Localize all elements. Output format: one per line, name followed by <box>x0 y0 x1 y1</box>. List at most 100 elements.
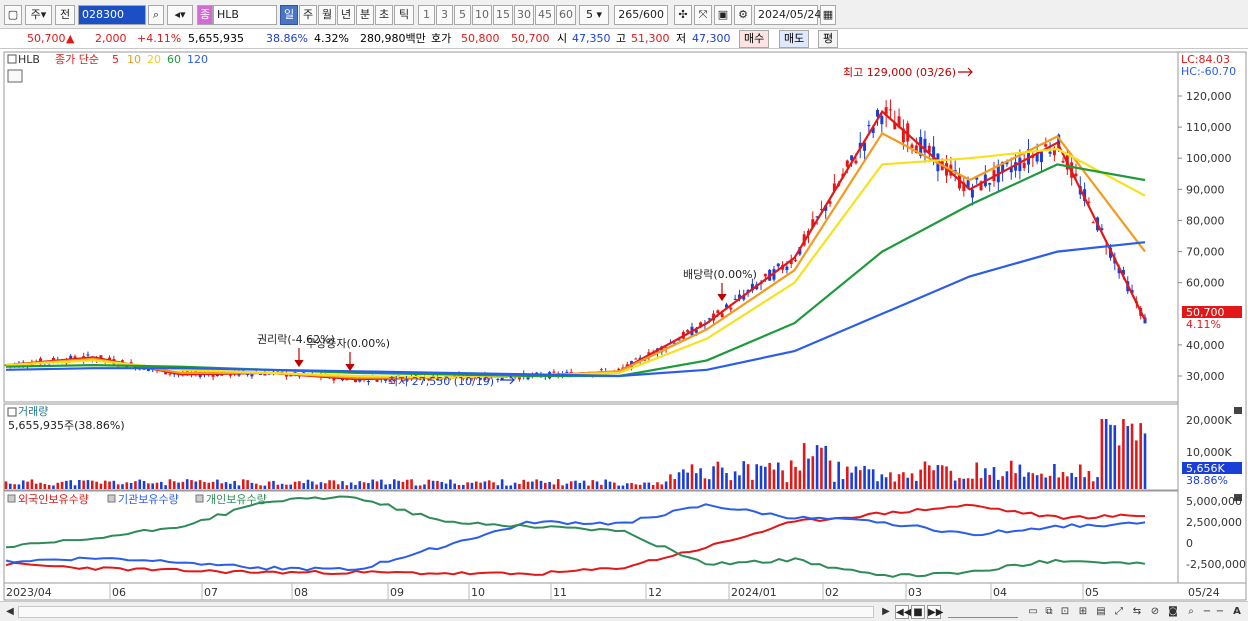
save-icon[interactable]: ▣ <box>714 5 732 25</box>
interval-30[interactable]: 30 <box>514 5 534 25</box>
volume-bar <box>354 484 357 489</box>
volume-bar <box>729 480 733 489</box>
period-select[interactable]: 주▾ <box>25 5 52 25</box>
interval-5[interactable]: 5 <box>454 5 471 25</box>
legend-indiv-checkbox-icon[interactable] <box>195 494 204 503</box>
candle-body <box>888 109 892 111</box>
volume-bar <box>992 466 996 489</box>
interval-15[interactable]: 15 <box>493 5 513 25</box>
layout-icon-5[interactable]: ▤ <box>1094 605 1108 619</box>
volume-close-icon[interactable] <box>1234 407 1242 414</box>
zoom-in-icon[interactable]: ⌕ <box>1184 605 1198 619</box>
reset-icon[interactable]: − <box>1214 605 1226 619</box>
sell-button[interactable]: 매도 <box>779 30 810 48</box>
camera-icon[interactable]: ◙ <box>1166 605 1180 619</box>
interval-1[interactable]: 1 <box>418 5 435 25</box>
holding-tick-5m: 5,000,000 <box>1186 495 1242 508</box>
pct-badge-text: 4.11% <box>1186 318 1221 331</box>
x-axis-label: 08 <box>294 586 308 599</box>
volume-bar <box>695 473 698 489</box>
chart-area[interactable]: HLB 종가 단순 5 10 20 60 120 LC:84.03 HC:-60… <box>0 50 1248 602</box>
period-tab-month[interactable]: 월 <box>318 5 336 25</box>
interval-45[interactable]: 45 <box>535 5 555 25</box>
eval-button[interactable]: 평 <box>818 30 839 48</box>
count-value: 265 <box>618 8 640 21</box>
layout-icon-2[interactable]: ⧉ <box>1042 605 1056 619</box>
volume-bar <box>52 485 55 489</box>
gear-icon[interactable]: ⚙ <box>734 5 752 25</box>
volume-bar <box>643 482 646 489</box>
rewind-icon[interactable]: ◀◀ <box>895 605 911 619</box>
volume-bar <box>966 478 970 489</box>
holding-checkbox-icon[interactable] <box>7 494 16 503</box>
up-arrow-icon: ▲ <box>66 32 75 45</box>
period-tab-second[interactable]: 초 <box>375 5 393 25</box>
count-field[interactable]: 265/600 <box>614 5 668 25</box>
volume-bar <box>522 479 526 489</box>
compare-icon[interactable]: ⇆ <box>1130 605 1144 619</box>
volume-bar <box>160 481 163 489</box>
candle-body <box>168 373 172 375</box>
stock-chart[interactable]: HLB 종가 단순 5 10 20 60 120 LC:84.03 HC:-60… <box>0 50 1248 602</box>
volume-bar <box>591 480 595 489</box>
volume-bar <box>1109 424 1112 489</box>
candle-body <box>375 379 379 382</box>
buy-button[interactable]: 매수 <box>739 30 770 48</box>
volume-bar <box>565 483 569 489</box>
volume-bar <box>1053 464 1056 489</box>
volume-title: 거래량 <box>18 405 48 418</box>
prev-button[interactable]: 전 <box>55 5 75 25</box>
dividend-annotation: 배당락(0.00%) <box>683 268 757 281</box>
table-toggle-icon[interactable] <box>7 69 23 83</box>
volume-bar <box>371 479 375 489</box>
horizontal-scrollbar[interactable]: ◀ ▶ ◀◀ ■ ▶▶ ▭ ⧉ ⊡ ⊞ ▤ ⤢ ⇆ ⊘ ◙ ⌕ − − A <box>0 601 1248 621</box>
font-size-icon[interactable]: A <box>1230 605 1244 619</box>
volume-bar <box>362 482 366 489</box>
volume-bar <box>841 479 845 489</box>
volume-bar <box>746 464 750 489</box>
interval-10[interactable]: 10 <box>472 5 492 25</box>
scroll-track[interactable] <box>18 606 874 618</box>
draw-icon[interactable]: ⤧ <box>694 5 712 25</box>
fast-forward-icon[interactable]: ▶▶ <box>927 605 943 619</box>
crosshair-icon[interactable]: ✣ <box>674 5 692 25</box>
interval-60[interactable]: 60 <box>556 5 576 25</box>
volume-bar <box>267 481 271 489</box>
scroll-right-icon[interactable]: ▶ <box>880 605 892 619</box>
stop-icon[interactable]: ■ <box>911 605 925 619</box>
period-tab-minute[interactable]: 분 <box>356 5 374 25</box>
volume-bar <box>949 470 953 489</box>
interval-select[interactable]: 5 ▾ <box>579 5 609 25</box>
layout-icon-4[interactable]: ⊞ <box>1076 605 1090 619</box>
period-tab-week[interactable]: 주 <box>299 5 317 25</box>
zoom-out-icon[interactable]: − <box>1200 605 1214 619</box>
period-tab-tick[interactable]: 틱 <box>394 5 414 25</box>
search-icon[interactable]: ⌕ <box>148 5 164 25</box>
date-field[interactable]: 2024/05/24 <box>754 5 821 25</box>
legend-inst-checkbox-icon[interactable] <box>107 494 116 503</box>
link-icon[interactable]: ⊘ <box>1148 605 1162 619</box>
layout-icon-3[interactable]: ⊡ <box>1058 605 1072 619</box>
candle-body <box>565 371 569 373</box>
calendar-icon[interactable]: ▦ <box>820 5 836 25</box>
interval-3[interactable]: 3 <box>436 5 453 25</box>
volume-bar <box>1143 433 1147 489</box>
volume-bar <box>332 480 336 489</box>
layout-icon-1[interactable]: ▭ <box>1026 605 1040 619</box>
stock-name-field[interactable]: HLB <box>213 5 277 25</box>
volume-bar <box>833 481 836 489</box>
volume-bar <box>807 458 810 489</box>
zoom-slider[interactable] <box>948 606 1018 618</box>
bonus-annotation: 무상증자(0.00%) <box>306 337 390 350</box>
trend-icon[interactable]: ⤢ <box>1112 605 1126 619</box>
window-icon[interactable]: ▢ <box>4 5 22 25</box>
period-tab-year[interactable]: 년 <box>337 5 355 25</box>
speaker-icon[interactable]: ◂▾ <box>167 5 193 25</box>
volume-bar <box>500 479 504 489</box>
volume-bar <box>962 478 966 489</box>
stock-code-input[interactable]: 028300 <box>78 5 146 25</box>
volume-bar <box>548 481 551 489</box>
period-tab-day[interactable]: 일 <box>280 5 298 25</box>
scroll-left-icon[interactable]: ◀ <box>4 605 16 619</box>
volume-bar <box>134 481 137 489</box>
